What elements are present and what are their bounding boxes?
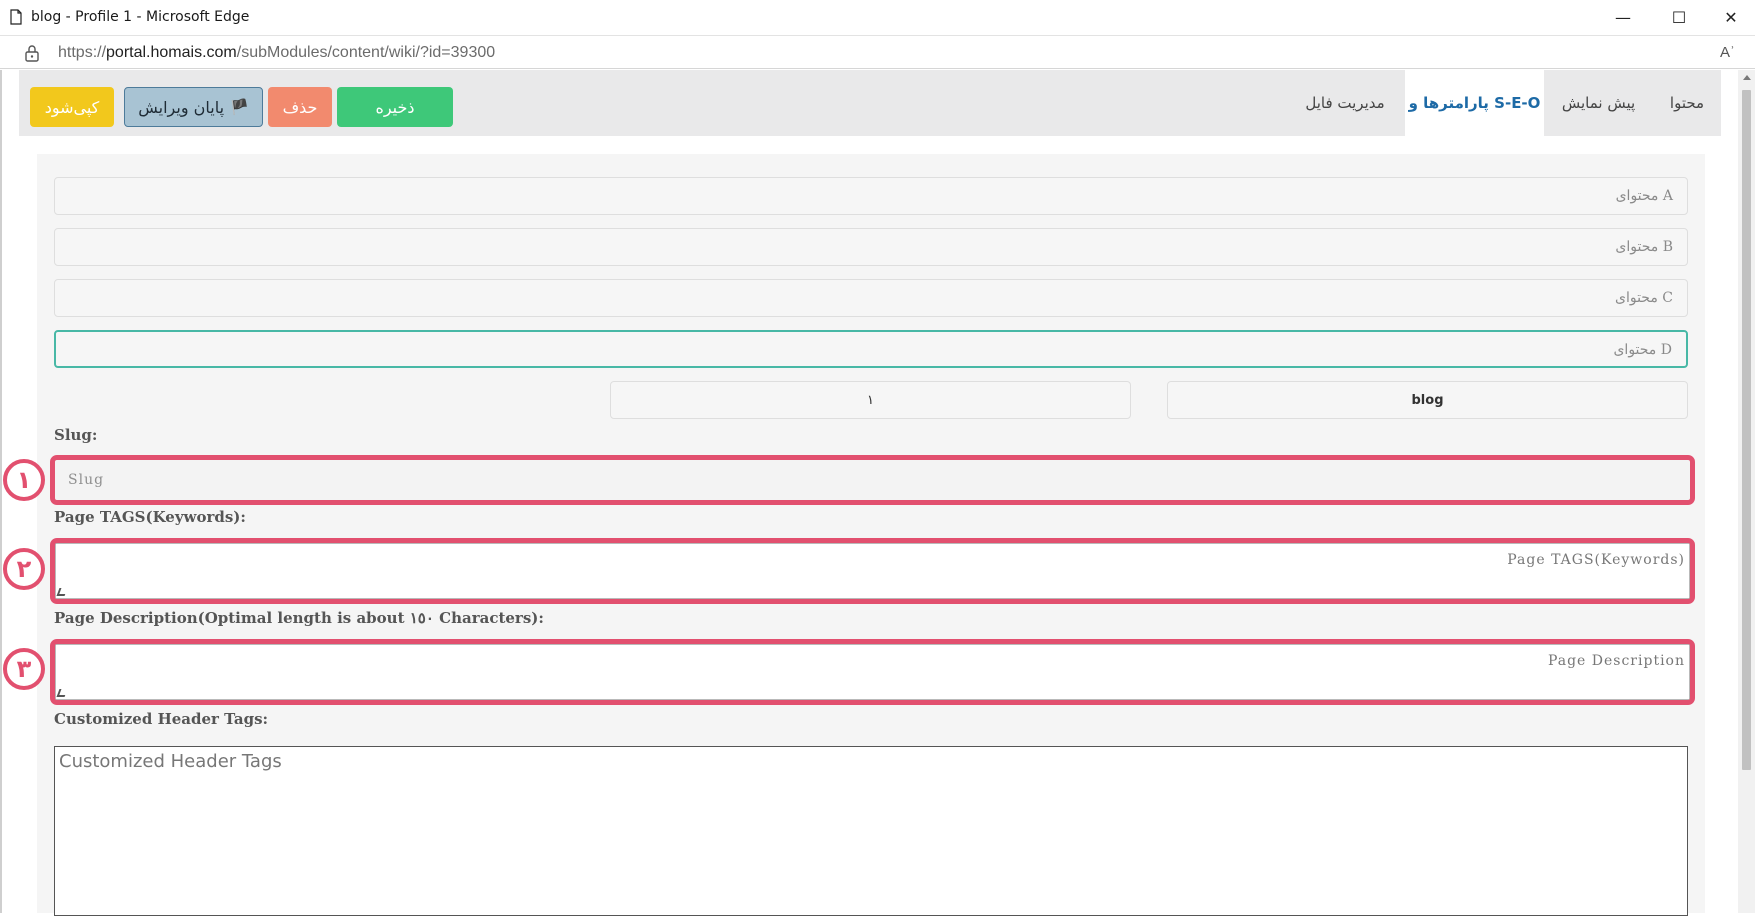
vertical-scrollbar[interactable] (1738, 70, 1755, 913)
delete-button[interactable]: حذف (268, 87, 332, 127)
window-title: blog - Profile 1 - Microsoft Edge (31, 9, 250, 25)
step-badge-3: ٣ (3, 648, 45, 690)
slug-label: Slug: (54, 426, 98, 444)
address-bar[interactable]: https://portal.homais.com/subModules/con… (0, 35, 1755, 69)
highlight-box-1 (50, 455, 1695, 505)
highlight-box-2 (50, 538, 1695, 604)
tab-seo-parameters[interactable]: پارامترها و S-E-O (1405, 70, 1544, 136)
flag-icon: 🏴 (230, 98, 249, 116)
copy-button[interactable]: کپی‌شود (30, 87, 114, 127)
custom-header-tags-textarea[interactable]: Customized Header Tags (54, 746, 1688, 916)
close-button[interactable]: ✕ (1708, 0, 1754, 35)
content-a-field[interactable]: محتوای A (54, 177, 1688, 215)
tab-file-management[interactable]: مدیریت فایل (1285, 70, 1405, 136)
url-text[interactable]: https://portal.homais.com/subModules/con… (58, 44, 495, 62)
end-edit-label: پایان ویرایش (138, 97, 225, 117)
minimize-button[interactable]: — (1600, 0, 1646, 35)
save-button[interactable]: ذخیره (337, 87, 453, 127)
tab-preview[interactable]: پیش نمایش (1544, 70, 1653, 136)
page-description-label: Page Description(Optimal length is about… (54, 609, 544, 627)
lock-icon[interactable] (24, 44, 40, 62)
blog-field[interactable]: blog (1167, 381, 1688, 419)
content-c-placeholder: محتوای C (1614, 290, 1673, 306)
maximize-button[interactable]: ☐ (1656, 0, 1702, 35)
page-tags-label: Page TAGS(Keywords): (54, 508, 246, 526)
scroll-up-arrow-icon[interactable] (1743, 75, 1751, 80)
end-edit-button[interactable]: پایان ویرایش 🏴 (124, 87, 263, 127)
number-field[interactable]: ١ (610, 381, 1131, 419)
window-title-bar: blog - Profile 1 - Microsoft Edge — ☐ ✕ (0, 0, 1755, 35)
content-a-placeholder: محتوای A (1615, 188, 1673, 204)
custom-header-tags-label: Customized Header Tags: (54, 710, 269, 728)
content-c-field[interactable]: محتوای C (54, 279, 1688, 317)
read-aloud-icon[interactable]: Aʾ (1720, 44, 1735, 61)
highlight-box-3 (50, 639, 1695, 705)
content-d-placeholder: محتوای D (1613, 342, 1672, 358)
step-badge-2: ٢ (3, 548, 45, 590)
tab-content[interactable]: محتوا (1653, 70, 1721, 136)
content-d-field[interactable]: محتوای D (54, 330, 1688, 368)
window-left-border (0, 70, 2, 913)
scrollbar-thumb[interactable] (1742, 90, 1751, 770)
step-badge-1: ١ (3, 459, 45, 501)
page-icon (10, 9, 22, 25)
content-b-field[interactable]: محتوای B (54, 228, 1688, 266)
content-b-placeholder: محتوای B (1615, 239, 1673, 255)
